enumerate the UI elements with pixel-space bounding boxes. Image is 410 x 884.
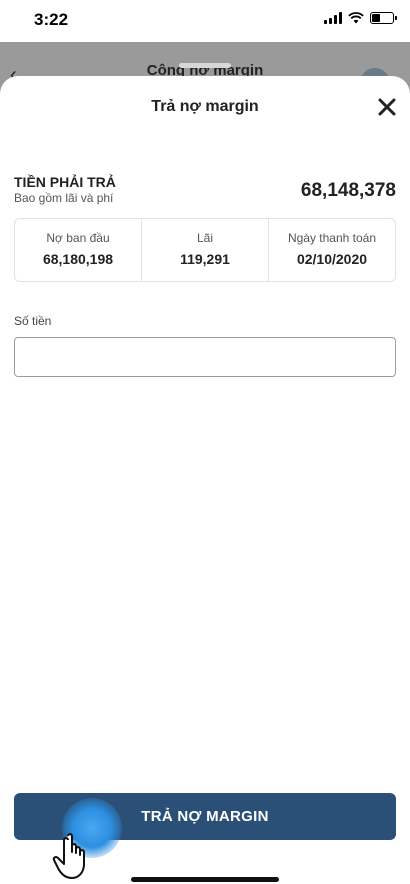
cellular-signal-icon xyxy=(324,12,342,24)
status-time: 3:22 xyxy=(34,10,69,29)
status-bar: 3:22 xyxy=(0,0,410,42)
info-label: Ngày thanh toán xyxy=(287,231,377,245)
amount-due-value: 68,148,378 xyxy=(300,180,396,201)
amount-due-block: TIỀN PHẢI TRẢ Bao gồm lãi và phí 68,148,… xyxy=(14,174,396,205)
sheet-drag-handle[interactable] xyxy=(179,63,231,68)
wifi-icon xyxy=(348,12,364,24)
info-value: 68,180,198 xyxy=(42,251,114,267)
info-label: Nợ ban đầu xyxy=(46,231,110,245)
battery-icon xyxy=(370,12,397,24)
info-interest: Lãi 119,291 xyxy=(141,219,268,281)
debt-info-card: Nợ ban đầu 68,180,198 Lãi 119,291 Ngày t… xyxy=(14,218,396,282)
sheet-title: Trả nợ margin xyxy=(151,98,259,115)
info-value: 02/10/2020 xyxy=(296,251,368,267)
close-button[interactable] xyxy=(374,94,400,120)
repay-margin-sheet: Trả nợ margin TIỀN PHẢI TRẢ Bao gồm lãi … xyxy=(0,76,410,884)
battery-level xyxy=(372,14,380,22)
status-icons xyxy=(324,12,397,24)
hand-pointer-icon xyxy=(52,833,85,879)
close-icon xyxy=(378,98,396,116)
amount-input[interactable] xyxy=(14,337,396,377)
amount-field-label: Số tiền xyxy=(14,314,52,328)
info-value: 119,291 xyxy=(180,251,230,267)
info-payment-date: Ngày thanh toán 02/10/2020 xyxy=(268,219,395,281)
info-label: Lãi xyxy=(196,231,213,245)
home-indicator xyxy=(131,877,279,882)
info-principal: Nợ ban đầu 68,180,198 xyxy=(15,219,141,281)
